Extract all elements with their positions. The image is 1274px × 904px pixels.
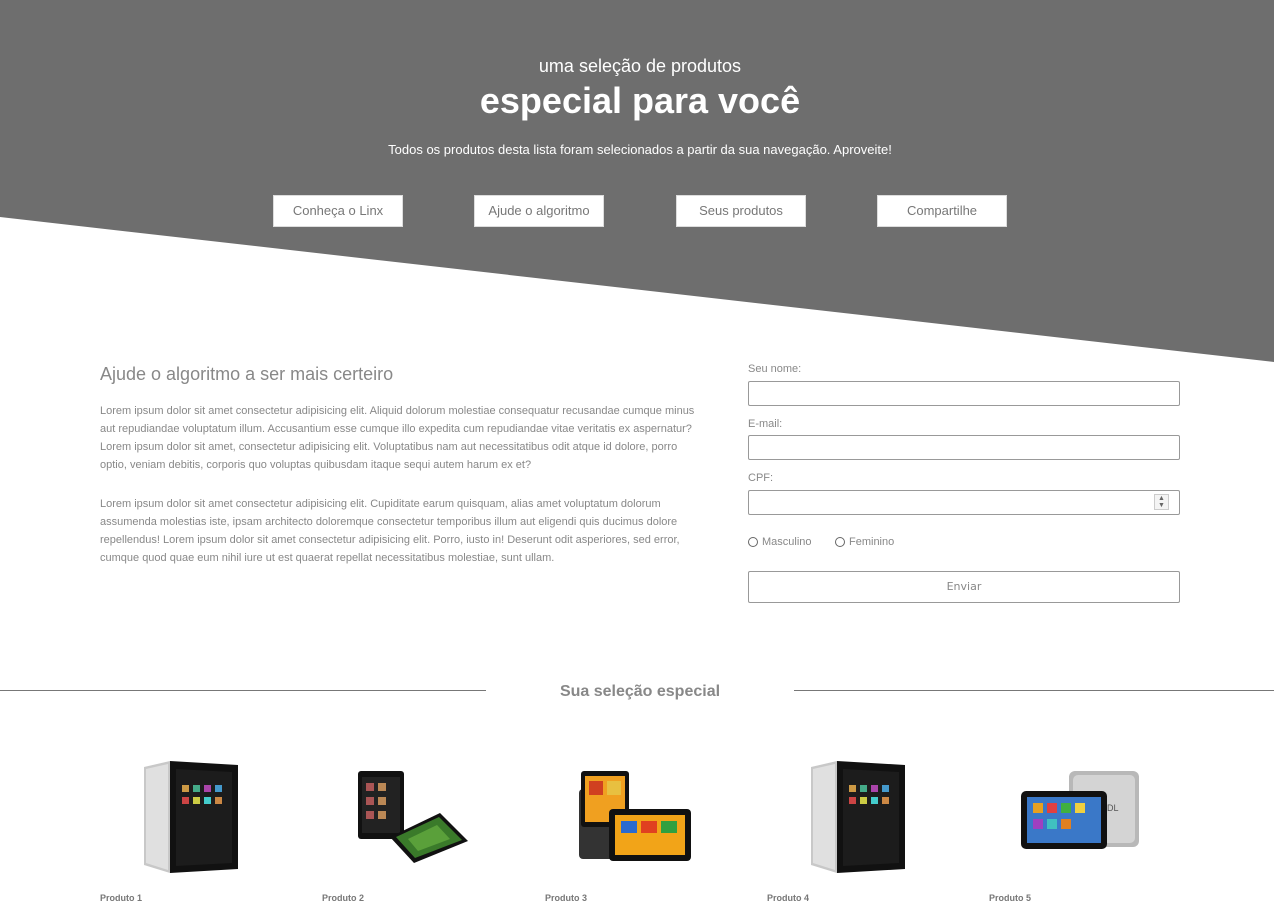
radio-masculino[interactable]: Masculino: [748, 536, 812, 548]
algorithm-paragraph-1: Lorem ipsum dolor sit amet consectetur a…: [100, 405, 695, 471]
submit-button[interactable]: Enviar: [748, 571, 1180, 603]
name-label: Seu nome:: [748, 363, 802, 375]
tablet-silver-landscape-icon[interactable]: DL: [989, 745, 1189, 885]
radio-feminino[interactable]: Feminino: [835, 536, 894, 548]
spinner-down-icon[interactable]: ▼: [1155, 502, 1168, 509]
product-card[interactable]: Produto 4: [767, 745, 967, 904]
name-input[interactable]: [748, 381, 1180, 406]
cpf-input[interactable]: [748, 490, 1180, 515]
product-card[interactable]: Produto 1: [100, 745, 300, 904]
product-card[interactable]: Produto 3: [545, 745, 745, 904]
radio-masculino-label: Masculino: [762, 536, 812, 548]
product-name[interactable]: Produto 2: [322, 893, 364, 903]
algorithm-title: Ajude o algoritmo a ser mais certeiro: [100, 364, 394, 384]
svg-text:DL: DL: [1107, 803, 1119, 813]
conheca-linx-button[interactable]: Conheça o Linx: [273, 195, 403, 227]
radio-circle-icon[interactable]: [748, 537, 758, 547]
product-name[interactable]: Produto 4: [767, 893, 809, 903]
product-name[interactable]: Produto 5: [989, 893, 1031, 903]
selection-title: Sua seleção especial: [559, 683, 721, 700]
tablet-with-case-icon[interactable]: [545, 745, 745, 885]
radio-feminino-label: Feminino: [849, 536, 895, 548]
ajude-algoritmo-button[interactable]: Ajude o algoritmo: [474, 195, 604, 227]
cpf-spinner[interactable]: ▲ ▼: [1154, 494, 1169, 510]
product-name[interactable]: Produto 1: [100, 893, 142, 903]
algorithm-paragraph-2: Lorem ipsum dolor sit amet consectetur a…: [100, 498, 680, 564]
compartilhe-button[interactable]: Compartilhe: [877, 195, 1007, 227]
tablet-pair-black-icon[interactable]: [322, 745, 522, 885]
product-name[interactable]: Produto 3: [545, 893, 587, 903]
seus-produtos-button[interactable]: Seus produtos: [676, 195, 806, 227]
hero-title: especial para você: [479, 80, 801, 121]
product-card[interactable]: DL Produto 5: [989, 745, 1189, 904]
hero-banner: uma seleção de produtos especial para vo…: [0, 0, 1274, 362]
tablet-silver-portrait-icon[interactable]: [767, 745, 967, 885]
radio-circle-icon[interactable]: [835, 537, 845, 547]
spinner-up-icon[interactable]: ▲: [1155, 495, 1168, 502]
hero-description: Todos os produtos desta lista foram sele…: [388, 142, 892, 157]
email-label: E-mail:: [748, 418, 783, 430]
product-card[interactable]: Produto 2: [322, 745, 522, 904]
hero-subtitle: uma seleção de produtos: [538, 56, 742, 76]
tablet-silver-portrait-icon[interactable]: [100, 745, 300, 885]
hero-background: [0, 0, 1274, 362]
cpf-label: CPF:: [748, 472, 774, 484]
email-input[interactable]: [748, 435, 1180, 460]
